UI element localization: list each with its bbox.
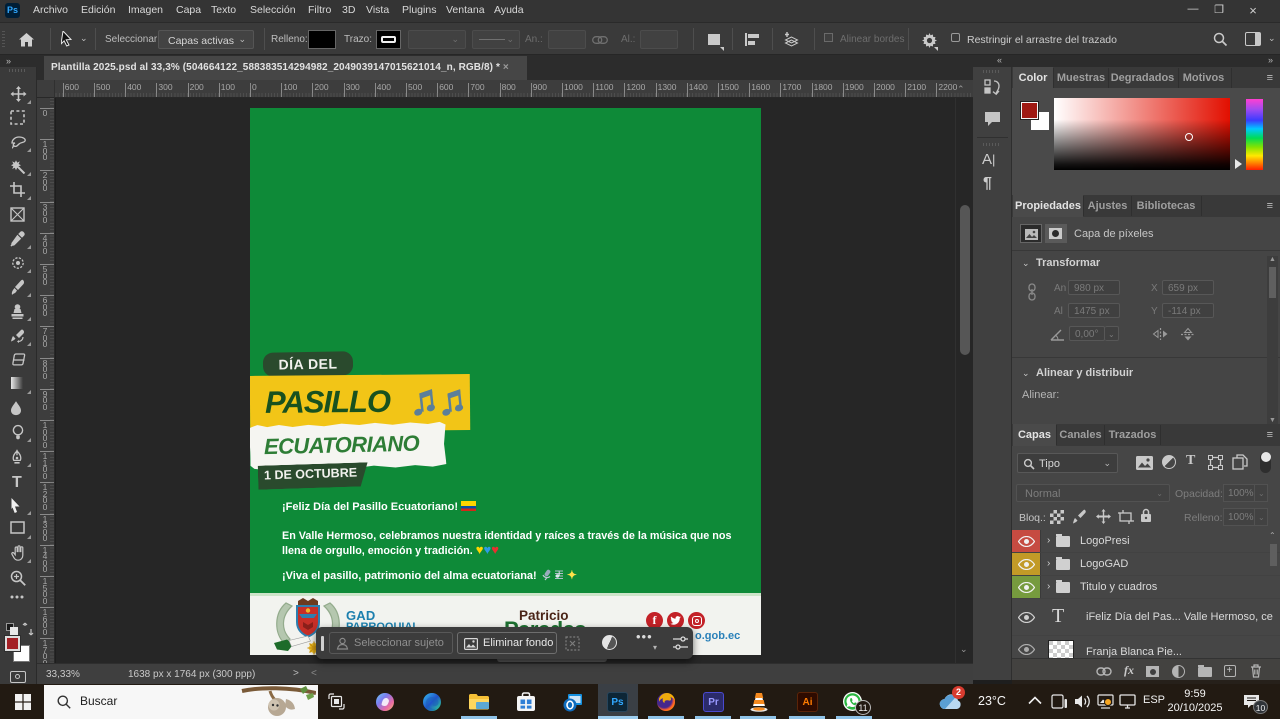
svg-text:T: T [12, 474, 22, 489]
